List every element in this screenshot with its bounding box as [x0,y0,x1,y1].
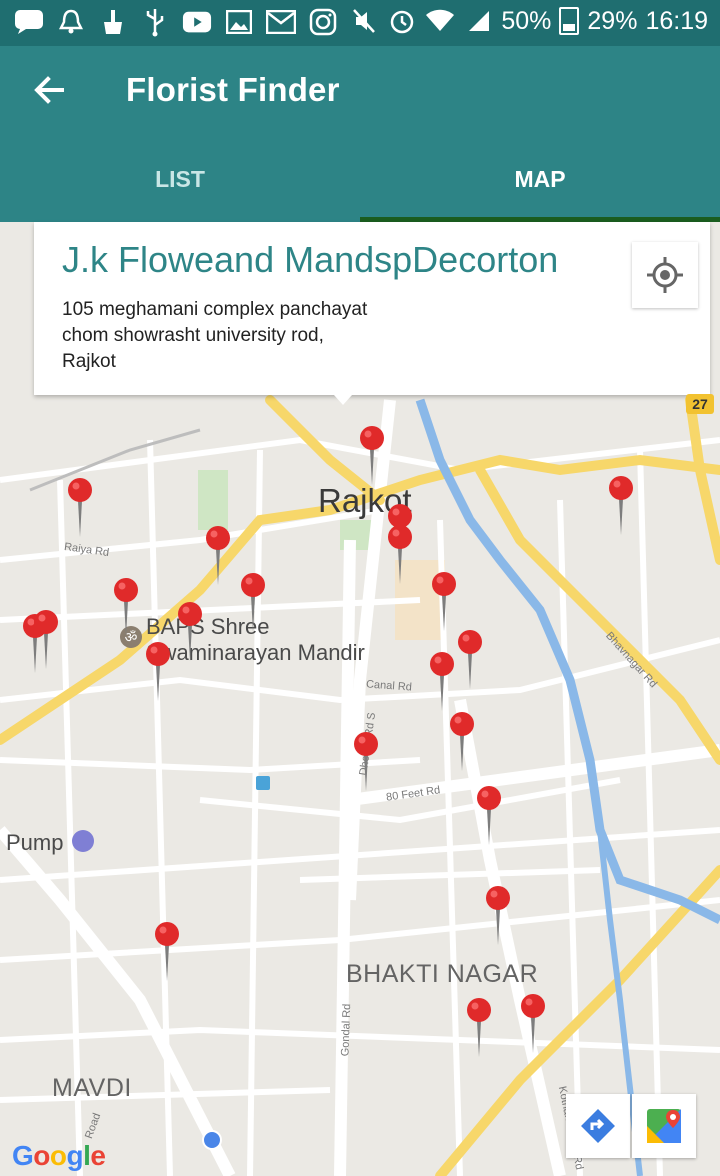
poi-label-pump: Pump [6,830,64,855]
arrow-back-icon [34,76,64,104]
map-marker[interactable] [177,601,203,663]
mail-icon [266,7,296,37]
map-marker[interactable] [466,997,492,1059]
map-marker[interactable] [520,993,546,1055]
alarm-clock-icon [387,6,417,36]
signal-percent: 50% [501,6,552,35]
directions-button[interactable] [566,1094,630,1158]
cleaner-icon [98,7,128,37]
app-toolbar: Florist Finder [0,46,720,136]
my-location-icon [647,257,683,293]
instagram-icon [308,7,338,37]
highway-badge: 27 [686,394,714,414]
map-marker[interactable] [476,785,502,847]
message-icon [14,7,44,37]
my-location-button[interactable] [632,242,698,308]
map-marker[interactable] [67,477,93,539]
map-marker[interactable] [457,629,483,691]
tab-bar: LIST MAP [0,136,720,222]
system-status: 50% 29% 16:19 [349,6,708,36]
page-title: Florist Finder [126,71,340,108]
open-google-maps-button[interactable] [632,1094,696,1158]
marker-info-window[interactable]: J.k Floweand MandspDecorton 105 meghaman… [34,222,710,395]
alarm-icon [56,7,86,37]
area-label-mavdi: MAVDI [52,1074,132,1102]
wifi-icon [425,6,455,36]
map-marker[interactable] [154,921,180,983]
current-location-dot [202,1130,222,1150]
google-logo: Google [12,1140,106,1171]
map-marker[interactable] [33,609,59,671]
map-marker[interactable] [145,641,171,703]
map-marker[interactable] [429,651,455,713]
map-marker[interactable] [431,571,457,633]
fuel-pump-icon [72,830,94,852]
tab-list[interactable]: LIST [0,136,360,222]
mute-icon [349,6,379,36]
gallery-icon [224,7,254,37]
map-marker[interactable] [359,425,385,487]
battery-percent: 29% [587,6,638,35]
map-marker[interactable] [353,731,379,793]
tab-map[interactable]: MAP [360,136,720,222]
area-label-bhakti-nagar: BHAKTI NAGAR [346,960,539,988]
map-marker[interactable] [608,475,634,537]
map-marker[interactable] [485,885,511,947]
info-window-tail [334,395,352,405]
info-window-title: J.k Floweand MandspDecorton [62,239,559,280]
youtube-icon [182,7,212,37]
back-button[interactable] [28,68,72,112]
signal-icon [463,6,493,36]
notification-icons [14,7,338,37]
bus-stop-icon [256,776,270,790]
map-marker[interactable] [205,525,231,587]
map-marker[interactable] [449,711,475,773]
map-marker[interactable] [387,524,413,586]
usb-icon [140,7,170,37]
road-label-gondal: Gondal Rd [339,1003,354,1057]
clock: 16:19 [645,6,708,35]
directions-icon [581,1109,615,1143]
battery-icon [559,7,580,35]
info-window-address: 105 meghamani complex panchayat chom sho… [62,299,368,372]
map-marker[interactable] [240,572,266,634]
map-marker[interactable] [113,577,139,639]
google-maps-icon [647,1109,681,1143]
status-bar: 50% 29% 16:19 [0,0,720,46]
